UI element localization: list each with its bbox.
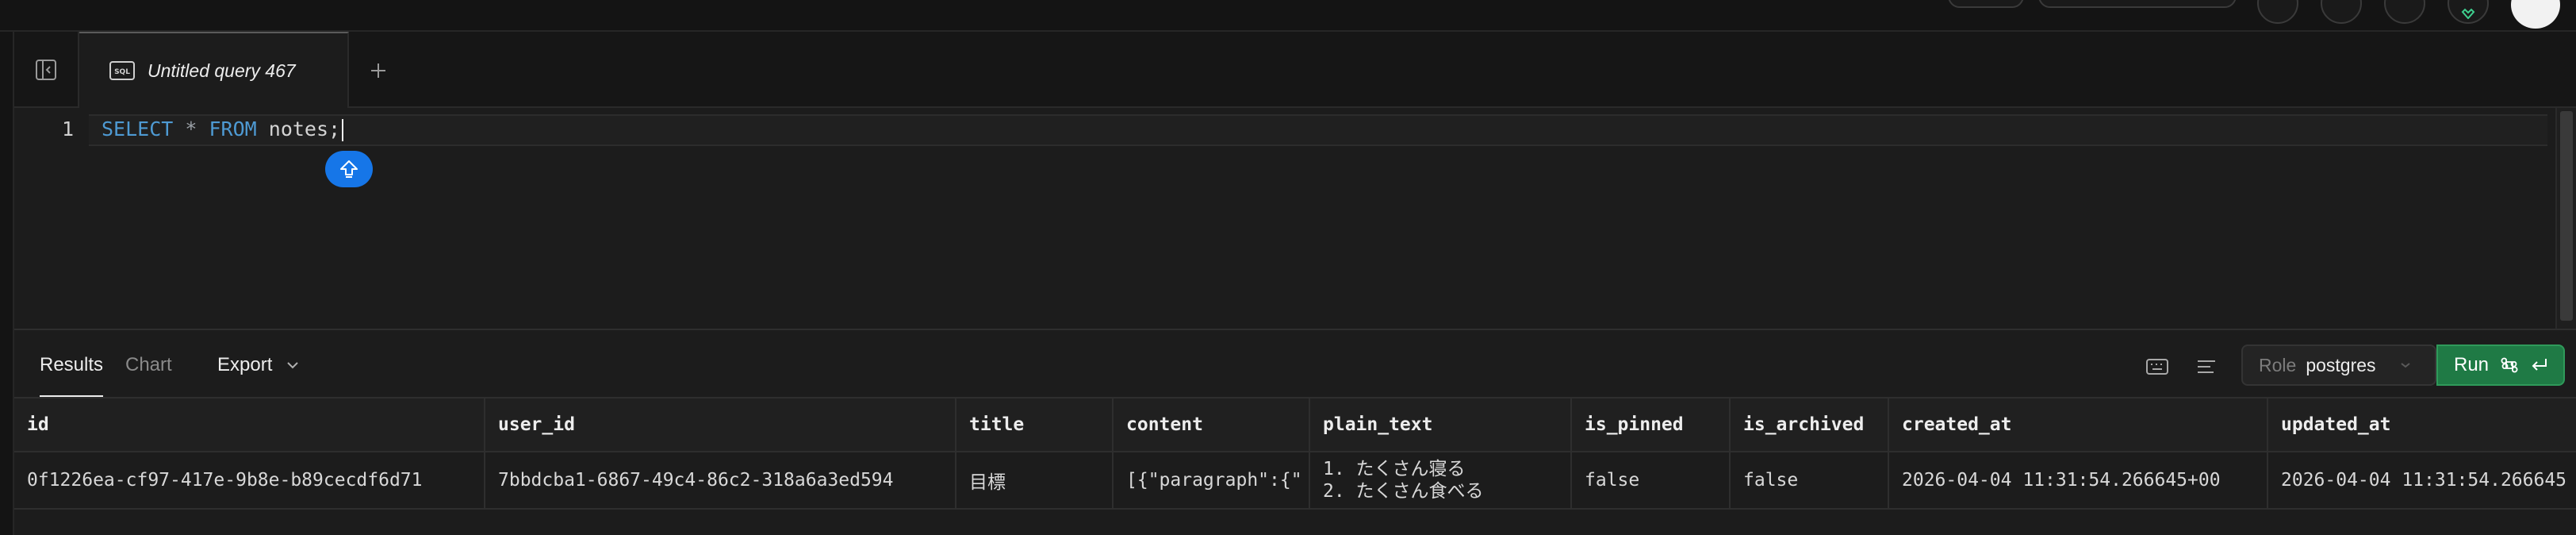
sql-file-icon: SQL	[109, 61, 135, 80]
help-icon[interactable]	[2257, 0, 2298, 24]
chevron-down-icon	[2400, 363, 2410, 368]
active-line-highlight	[89, 114, 2547, 146]
cell-content[interactable]: [{"paragraph":{"	[1114, 452, 1310, 508]
cell-user-id[interactable]: 7bbdcba1-6867-49c4-86c2-318a6a3ed594	[485, 452, 956, 508]
results-grid: id user_id title content plain_text is_p…	[14, 397, 2576, 535]
user-avatar[interactable]	[2511, 0, 2560, 29]
column-header-is-pinned[interactable]: is_pinned	[1572, 398, 1731, 451]
column-header-id[interactable]: id	[14, 398, 485, 451]
role-label: Role	[2259, 354, 2297, 375]
search-box[interactable]	[2038, 0, 2237, 8]
inline-assist-button[interactable]	[325, 151, 373, 187]
column-header-title[interactable]: title	[956, 398, 1114, 451]
column-header-created-at[interactable]: created_at	[1889, 398, 2268, 451]
sql-editor[interactable]: 1 SELECT * FROM notes;	[14, 108, 2576, 329]
keyword-from: FROM	[209, 117, 257, 140]
scrollbar-thumb[interactable]	[2560, 111, 2573, 321]
keyword-select: SELECT	[102, 117, 174, 140]
sql-badge-text: SQL	[114, 68, 130, 76]
cell-plain-text[interactable]: 1. たくさん寝る 2. たくさん食べる	[1310, 452, 1572, 508]
chevron-down-icon	[287, 362, 299, 369]
tips-icon[interactable]	[2321, 0, 2362, 24]
results-toolbar: Results Chart Export Role postgres Run	[14, 329, 2576, 398]
inbox-icon[interactable]	[2384, 0, 2425, 24]
run-button[interactable]: Run	[2436, 344, 2565, 386]
cell-title[interactable]: 目標	[956, 452, 1114, 508]
cell-created-at[interactable]: 2026-04-04 11:31:54.266645+00	[1889, 452, 2268, 508]
tab-title: Untitled query 467	[148, 60, 296, 81]
toggle-sidebar-button[interactable]	[14, 32, 79, 108]
sidebar-collapse-icon	[36, 60, 56, 80]
column-header-content[interactable]: content	[1114, 398, 1310, 451]
role-value: postgres	[2306, 354, 2376, 375]
enter-key-icon	[2532, 359, 2547, 371]
text-caret	[342, 119, 344, 141]
left-rail	[0, 32, 14, 535]
grid-header-row: id user_id title content plain_text is_p…	[14, 397, 2576, 452]
keyboard-shortcuts-button[interactable]	[2141, 351, 2173, 383]
cell-is-pinned[interactable]: false	[1572, 452, 1731, 508]
table-row[interactable]: 0f1226ea-cf97-417e-9b8e-b89cecdf6d71 7bb…	[14, 452, 2576, 510]
table-identifier: notes;	[268, 117, 341, 140]
editor-scrollbar[interactable]	[2555, 108, 2576, 329]
role-select[interactable]: Role postgres	[2241, 344, 2436, 386]
editor-tabbar: SQL Untitled query 467	[14, 32, 2576, 108]
shift-arrow-icon	[340, 160, 358, 178]
tab-results[interactable]: Results	[40, 354, 103, 376]
export-label: Export	[217, 354, 273, 375]
command-key-icon	[2501, 357, 2518, 373]
line-number: 1	[62, 117, 75, 140]
cell-updated-at[interactable]: 2026-04-04 11:31:54.266645	[2268, 452, 2576, 508]
column-header-updated-at[interactable]: updated_at	[2268, 398, 2576, 451]
keyboard-icon	[2146, 359, 2168, 375]
plain-text-line: 2. たくさん食べる	[1323, 481, 1484, 502]
column-header-is-archived[interactable]: is_archived	[1731, 398, 1889, 451]
assistant-icon[interactable]	[2448, 0, 2489, 24]
column-header-plain-text[interactable]: plain_text	[1310, 398, 1572, 451]
cell-is-archived[interactable]: false	[1731, 452, 1889, 508]
column-header-user-id[interactable]: user_id	[485, 398, 956, 451]
code-line[interactable]: SELECT * FROM notes;	[102, 117, 344, 141]
top-header	[0, 0, 2576, 32]
tab-untitled-query[interactable]: SQL Untitled query 467	[79, 32, 349, 108]
align-left-icon	[2198, 360, 2215, 373]
grid-horizontal-scrollbar[interactable]	[14, 516, 2576, 535]
cell-id[interactable]: 0f1226ea-cf97-417e-9b8e-b89cecdf6d71	[14, 452, 485, 508]
export-button[interactable]: Export	[217, 354, 299, 376]
plain-text-line: 1. たくさん寝る	[1323, 459, 1466, 479]
operator-star: *	[185, 117, 197, 140]
format-query-button[interactable]	[2191, 351, 2222, 383]
tab-chart[interactable]: Chart	[125, 354, 172, 376]
header-button[interactable]	[1948, 0, 2024, 8]
add-tab-button[interactable]	[360, 52, 397, 89]
plus-icon	[371, 64, 385, 78]
run-label: Run	[2454, 354, 2490, 375]
